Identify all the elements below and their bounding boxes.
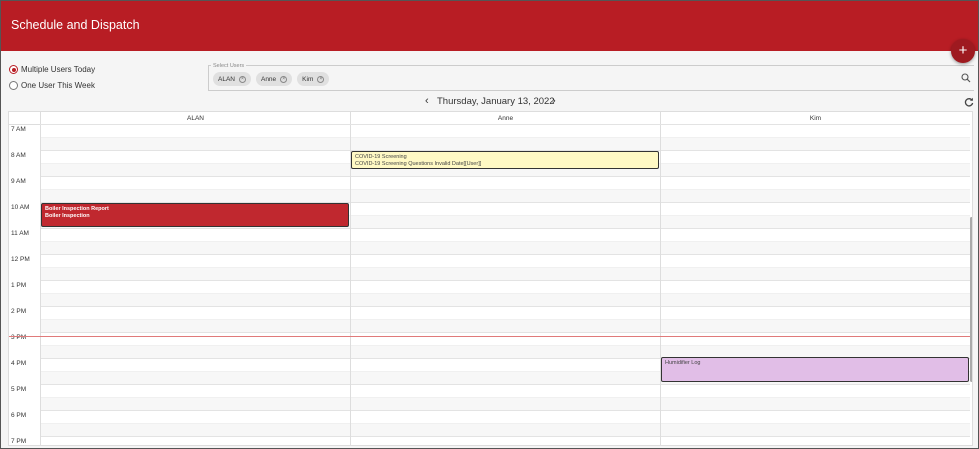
hour-row: 7 AM — [9, 124, 970, 150]
hour-line — [40, 306, 970, 307]
remove-chip-icon[interactable]: × — [238, 75, 246, 83]
previous-day-button[interactable]: ‹ — [425, 95, 429, 107]
radio-button[interactable] — [9, 81, 18, 90]
hour-label: 10 AM — [11, 204, 30, 211]
half-hour-shade — [40, 137, 970, 150]
half-hour-shade — [40, 397, 970, 410]
half-hour-shade — [40, 189, 970, 202]
hour-row: 2 PM — [9, 306, 970, 332]
user-chips: ALAN × Anne × Kim × — [213, 72, 334, 86]
hour-line — [40, 384, 970, 385]
chip-label: Anne — [260, 75, 277, 83]
next-day-button[interactable]: › — [552, 95, 556, 107]
search-icon[interactable] — [961, 73, 971, 83]
half-hour-line — [40, 267, 970, 268]
hour-label: 7 PM — [11, 438, 27, 445]
plus-icon: + — [958, 42, 968, 59]
field-border — [246, 65, 974, 66]
half-hour-line — [40, 319, 970, 320]
hour-label: 1 PM — [11, 282, 27, 289]
hour-row: 9 AM — [9, 176, 970, 202]
remove-chip-icon[interactable]: × — [317, 75, 325, 83]
hour-label: 8 AM — [11, 152, 26, 159]
column-divider — [40, 125, 41, 445]
event-title: Humidifier Log — [665, 360, 701, 366]
half-hour-shade — [40, 319, 970, 332]
half-hour-line — [40, 345, 970, 346]
hour-label: 4 PM — [11, 360, 27, 367]
half-hour-shade — [40, 423, 970, 436]
column-divider — [660, 125, 661, 445]
event-boiler-inspection[interactable]: Boiler Inspection Report Boiler Inspecti… — [41, 203, 349, 227]
event-subtitle: COVID-19 Screening Questions Invalid Dat… — [355, 160, 482, 167]
hour-label: 12 PM — [11, 256, 30, 263]
hour-label: 5 PM — [11, 386, 27, 393]
half-hour-line — [40, 397, 970, 398]
hour-line — [40, 332, 970, 333]
half-hour-line — [40, 241, 970, 242]
chip-label: Kim — [302, 75, 314, 83]
current-time-indicator — [9, 336, 970, 337]
date-navigation: ‹ Thursday, January 13, 2022 › — [1, 94, 978, 110]
hour-row: 12 PM — [9, 254, 970, 280]
half-hour-line — [40, 137, 970, 138]
app-header: Schedule and Dispatch — [1, 1, 978, 51]
radio-button-checked[interactable] — [9, 65, 18, 74]
hour-label: 7 AM — [11, 126, 26, 133]
event-subtitle: Boiler Inspection — [45, 212, 90, 219]
hour-line — [40, 436, 970, 437]
field-border — [208, 65, 209, 91]
hour-row: 11 AM — [9, 228, 970, 254]
half-hour-shade — [40, 241, 970, 254]
hour-row: 5 PM — [9, 384, 970, 410]
hour-line — [40, 228, 970, 229]
radio-one-user-this-week[interactable]: One User This Week — [9, 78, 95, 93]
current-date: Thursday, January 13, 2022 — [437, 96, 555, 107]
refresh-icon[interactable] — [964, 97, 974, 107]
hour-label: 9 AM — [11, 178, 26, 185]
calendar-grid: ALAN Anne Kim 7 AM 8 AM 9 AM 10 AM 11 AM 12 P… — [8, 111, 973, 446]
column-divider — [350, 125, 351, 445]
user-chip-anne[interactable]: Anne × — [255, 72, 293, 86]
vertical-scrollbar[interactable] — [970, 125, 972, 445]
hour-row: 7 PM — [9, 436, 970, 445]
hour-label: 2 PM — [11, 308, 27, 315]
remove-chip-icon[interactable]: × — [280, 75, 288, 83]
half-hour-shade — [40, 293, 970, 306]
hour-row: 1 PM — [9, 280, 970, 306]
hour-line — [40, 124, 970, 125]
half-hour-line — [40, 293, 970, 294]
select-users-label: Select Users — [213, 63, 245, 69]
hour-label: 6 PM — [11, 412, 27, 419]
half-hour-line — [40, 423, 970, 424]
time-grid[interactable]: 7 AM 8 AM 9 AM 10 AM 11 AM 12 PM 1 PM 2 PM 3 PM 4… — [9, 124, 970, 445]
hour-row: 6 PM — [9, 410, 970, 436]
add-button[interactable]: + — [951, 39, 975, 63]
half-hour-line — [40, 189, 970, 190]
hour-label: 11 AM — [11, 230, 29, 237]
hour-line — [40, 410, 970, 411]
page-title: Schedule and Dispatch — [11, 18, 140, 32]
hour-line — [40, 280, 970, 281]
hour-line — [40, 254, 970, 255]
event-covid-screening[interactable]: COVID-19 Screening COVID-19 Screening Qu… — [351, 151, 659, 169]
radio-label: Multiple Users Today — [21, 65, 96, 74]
radio-label: One User This Week — [21, 81, 95, 90]
select-users-field[interactable]: Select Users ALAN × Anne × Kim × — [208, 63, 974, 91]
user-chip-kim[interactable]: Kim × — [297, 72, 330, 86]
hour-line — [40, 176, 970, 177]
half-hour-shade — [40, 267, 970, 280]
user-chip-alan[interactable]: ALAN × — [213, 72, 251, 86]
app-frame: Schedule and Dispatch + Multiple Users T… — [0, 0, 979, 449]
radio-multiple-users-today[interactable]: Multiple Users Today — [9, 62, 95, 77]
chip-label: ALAN — [218, 75, 235, 83]
event-humidifier-log[interactable]: Humidifier Log — [661, 357, 969, 382]
view-mode-group: Multiple Users Today One User This Week — [9, 62, 95, 94]
scrollbar-thumb[interactable] — [970, 217, 972, 382]
